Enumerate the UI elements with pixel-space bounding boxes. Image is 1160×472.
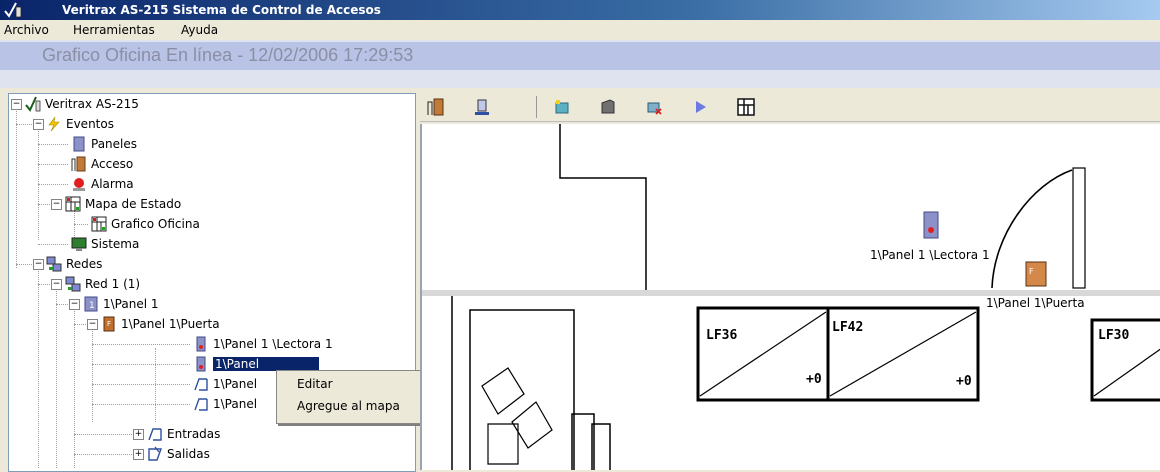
input-point-icon [194, 378, 208, 391]
expander-root[interactable]: − [11, 99, 22, 110]
panel-number-icon: 1 [84, 296, 98, 312]
tree-node-veritrax[interactable]: Veritrax AS-215 [25, 94, 139, 114]
expander-entradas[interactable]: + [133, 429, 144, 440]
tree-node-redes[interactable]: Redes [46, 254, 102, 274]
network-icon [46, 256, 62, 272]
input-tool-icon[interactable] [552, 97, 572, 117]
menu-herramientas[interactable]: Herramientas [73, 23, 155, 37]
card-reader-icon [196, 336, 206, 352]
lightning-icon [48, 116, 60, 132]
menu-ayuda[interactable]: Ayuda [181, 23, 218, 37]
card-reader-icon [196, 356, 206, 372]
panel-icon [73, 136, 85, 152]
desk-lf30-label: LF30 [1098, 328, 1130, 343]
tree-node-lectora[interactable]: 1\Panel 1 \Lectora 1 [193, 334, 333, 354]
tree-node-entradas[interactable]: Entradas [147, 424, 220, 444]
expander-eventos[interactable]: − [33, 119, 44, 130]
output-tool-icon[interactable] [598, 97, 618, 117]
tree-node-mapa-de-estado[interactable]: Mapa de Estado [65, 194, 181, 214]
tree-node-puerta[interactable]: F 1\Panel 1\Puerta [101, 314, 220, 334]
floor-map-icon [91, 216, 107, 232]
door-tool-icon[interactable] [426, 97, 446, 117]
expander-redes[interactable]: − [33, 259, 44, 270]
floor-map-icon [65, 196, 81, 212]
input-point-icon [194, 398, 208, 411]
veritrax-logo-icon [25, 96, 41, 112]
menu-item-editar[interactable]: Editar [297, 377, 333, 391]
tree-node-alarma[interactable]: Alarma [71, 174, 134, 194]
expander-mapa[interactable]: − [51, 199, 62, 210]
input-point-icon [148, 428, 162, 441]
play-icon[interactable] [690, 97, 710, 117]
expander-red-1[interactable]: − [51, 279, 62, 290]
expander-panel-1[interactable]: − [69, 299, 80, 310]
expander-salidas[interactable]: + [133, 449, 144, 460]
door-icon [71, 156, 86, 172]
menu-archivo[interactable]: Archivo [4, 23, 49, 37]
app-logo-icon [4, 2, 22, 18]
tree-node-sistema[interactable]: Sistema [71, 234, 139, 254]
status-header: Grafico Oficina En línea - 12/02/2006 17… [0, 40, 1160, 88]
expander-puerta[interactable]: − [87, 319, 98, 330]
title-bar: Veritrax AS-215 Sistema de Control de Ac… [0, 0, 1160, 20]
tree-node-grafico-oficina[interactable]: Grafico Oficina [91, 214, 200, 234]
toolbar-separator [536, 96, 537, 118]
svg-text:1: 1 [89, 301, 95, 311]
tree-node-acceso[interactable]: Acceso [71, 154, 133, 174]
svg-text:F: F [107, 320, 111, 328]
desk-lf36-number: +0 [806, 372, 822, 387]
desk-lf42-number: +0 [956, 374, 972, 389]
svg-text:F: F [1029, 267, 1034, 276]
delete-tool-icon[interactable] [644, 97, 664, 117]
menu-bar: Archivo Herramientas Ayuda [0, 20, 1160, 40]
tree-node-eventos[interactable]: Eventos [46, 114, 114, 134]
tree-node-paneles[interactable]: Paneles [71, 134, 137, 154]
tree-node-input-2[interactable]: 1\Panel [193, 394, 257, 414]
floor-plan-canvas[interactable]: F 1\Panel 1 \Lectora 1 1\Panel 1\Puerta … [420, 124, 1160, 470]
menu-item-agregue-al-mapa[interactable]: Agregue al mapa [297, 399, 400, 413]
window-title: Veritrax AS-215 Sistema de Control de Ac… [62, 3, 381, 17]
monitor-icon [71, 237, 87, 251]
status-heading: Grafico Oficina En línea - 12/02/2006 17… [42, 45, 414, 65]
puerta-map-label: 1\Panel 1\Puerta [986, 296, 1085, 310]
tree-node-red-1[interactable]: Red 1 (1) [65, 274, 140, 294]
alarm-icon [73, 178, 85, 191]
reader-tool-icon[interactable] [472, 97, 492, 117]
door-icon: F [103, 316, 115, 332]
network-icon [65, 276, 81, 292]
tree-node-input-1[interactable]: 1\Panel [193, 374, 257, 394]
lectora-map-label: 1\Panel 1 \Lectora 1 [870, 248, 990, 262]
output-point-icon [148, 446, 162, 461]
map-toolbar [420, 93, 1160, 122]
context-menu: Editar Agregue al mapa [276, 370, 438, 424]
floor-map-tool-icon[interactable] [736, 97, 756, 117]
tree-node-panel-1[interactable]: 1 1\Panel 1 [83, 294, 159, 314]
tree-node-salidas[interactable]: Salidas [147, 444, 210, 464]
desk-lf36-label: LF36 [706, 328, 738, 343]
desk-lf42-label: LF42 [832, 320, 864, 335]
